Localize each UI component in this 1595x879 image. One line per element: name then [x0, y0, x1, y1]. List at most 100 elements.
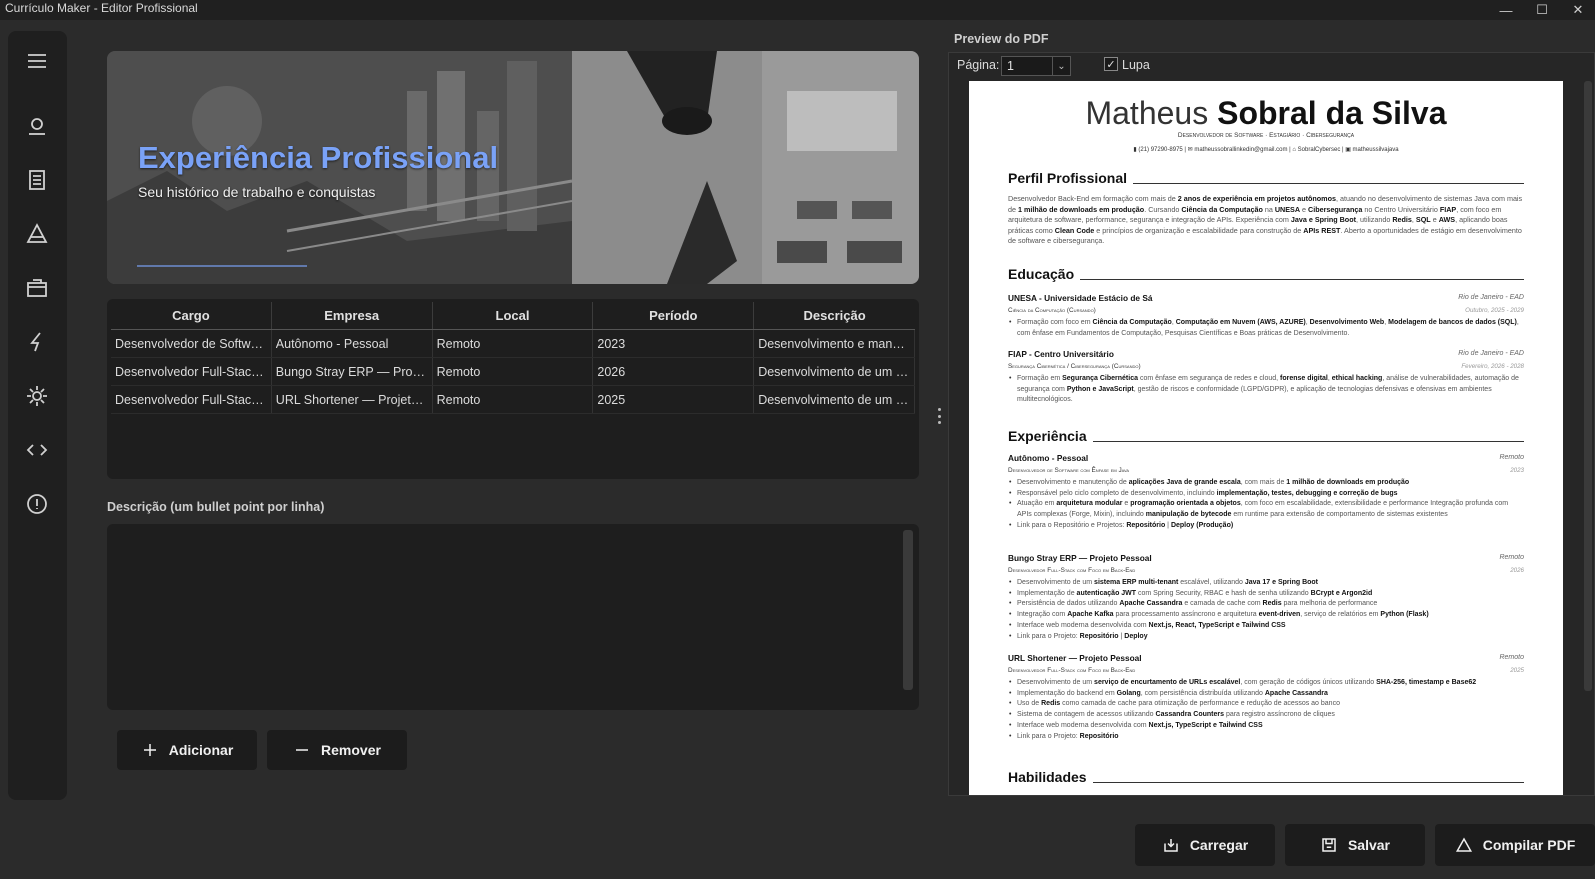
- remove-button[interactable]: Remover: [267, 730, 407, 770]
- experience-heading: Experiência: [1008, 429, 1524, 443]
- table-cell[interactable]: Autônomo - Pessoal: [272, 330, 433, 357]
- compile-pdf-button-label: Compilar PDF: [1482, 837, 1576, 853]
- experience-bullets: Desenvolvimento de um sistema ERP multi-…: [1008, 578, 1524, 642]
- table-cell[interactable]: 2023: [593, 330, 755, 357]
- experience-bullets: Desenvolvimento e manutenção de aplicaçõ…: [1008, 478, 1524, 532]
- education-location: Rio de Janeiro - EAD: [1458, 350, 1524, 357]
- education-course: Segurança Cibernética / Cibersegurança (…: [1008, 363, 1141, 370]
- info-icon[interactable]: [22, 489, 52, 519]
- experience-location: Remoto: [1499, 554, 1524, 561]
- profile-text: Desenvolvedor Back-End em formação com m…: [1008, 194, 1523, 246]
- table-header: Cargo Empresa Local Período Descrição: [111, 302, 915, 330]
- save-button[interactable]: Salvar: [1285, 824, 1425, 866]
- column-header-descricao[interactable]: Descrição: [754, 302, 915, 329]
- table-row[interactable]: Desenvolvedor Full-Stack c... Bungo Stra…: [111, 358, 915, 386]
- column-header-cargo[interactable]: Cargo: [111, 302, 272, 329]
- table-cell[interactable]: 2025: [593, 386, 755, 413]
- experience-location: Remoto: [1499, 654, 1524, 661]
- bullet-item: Formação com foco em Ciência da Computaç…: [1008, 318, 1524, 339]
- experience-table[interactable]: Cargo Empresa Local Período Descrição De…: [107, 299, 919, 479]
- bullet-item: Atuação em arquitetura modular e program…: [1008, 499, 1524, 520]
- user-icon[interactable]: [22, 111, 52, 141]
- table-cell[interactable]: 2026: [593, 358, 755, 385]
- window-title: Currículo Maker - Editor Profissional: [5, 1, 198, 15]
- table-cell[interactable]: Desenvolvedor Full-Stack c...: [111, 386, 272, 413]
- maximize-button[interactable]: ☐: [1522, 0, 1562, 20]
- education-bullets: Formação em Segurança Cibernética com ên…: [1008, 374, 1524, 406]
- bullet-item: Implementação do backend em Golang, com …: [1008, 689, 1524, 700]
- page-select[interactable]: 1 ⌄: [1001, 56, 1071, 76]
- table-cell[interactable]: Remoto: [433, 358, 594, 385]
- bullet-item: Uso de Redis como camada de cache para o…: [1008, 699, 1524, 710]
- table-cell[interactable]: Remoto: [433, 330, 594, 357]
- chevron-down-icon[interactable]: ⌄: [1052, 57, 1070, 75]
- description-label: Descrição (um bullet point por linha): [107, 500, 325, 514]
- experience-org: Autônomo - Pessoal: [1008, 453, 1089, 463]
- experience-bullets: Desenvolvimento de um serviço de encurta…: [1008, 678, 1524, 742]
- education-date: Outubro, 2025 - 2029: [1465, 307, 1524, 314]
- bullet-item: Link para o Projeto: Repositório: [1008, 732, 1524, 743]
- bullet-item: Sistema de contagem de acessos utilizand…: [1008, 710, 1524, 721]
- menu-icon[interactable]: [22, 46, 52, 76]
- education-location: Rio de Janeiro - EAD: [1458, 294, 1524, 301]
- bullet-item: Responsável pelo ciclo completo de desen…: [1008, 489, 1524, 500]
- floppy-disk-icon: [1322, 838, 1336, 852]
- bullet-item: Desenvolvimento de um sistema ERP multi-…: [1008, 578, 1524, 589]
- document-icon[interactable]: [22, 165, 52, 195]
- title-bar: Currículo Maker - Editor Profissional — …: [0, 0, 1595, 20]
- bullet-item: Link para o Projeto: Repositório | Deplo…: [1008, 632, 1524, 643]
- compile-pdf-button[interactable]: Compilar PDF: [1435, 824, 1595, 866]
- education-bullets: Formação com foco em Ciência da Computaç…: [1008, 318, 1524, 339]
- skills-heading: Habilidades: [1008, 770, 1524, 784]
- page-label: Página:: [957, 58, 1000, 72]
- remove-button-label: Remover: [321, 742, 381, 758]
- gear-icon[interactable]: [22, 381, 52, 411]
- triangle-icon[interactable]: [22, 219, 52, 249]
- bullet-item: Interface web moderna desenvolvida com N…: [1008, 721, 1524, 732]
- table-cell[interactable]: Desenvolvedor de Software...: [111, 330, 272, 357]
- resume-headline: Desenvolvedor de Software · Estagiário ·…: [1177, 132, 1355, 139]
- sidebar: [8, 31, 67, 800]
- column-header-local[interactable]: Local: [433, 302, 594, 329]
- bullet-item: Desenvolvimento de um serviço de encurta…: [1008, 678, 1524, 689]
- panel-splitter[interactable]: [938, 408, 942, 424]
- table-cell[interactable]: Remoto: [433, 386, 594, 413]
- experience-date: 2025: [1510, 667, 1524, 674]
- experience-role: Desenvolvedor Full-Stack com Foco em Bac…: [1008, 667, 1136, 674]
- briefcase-icon[interactable]: [22, 273, 52, 303]
- bullet-item: Integração com Apache Kafka para process…: [1008, 610, 1524, 621]
- table-cell[interactable]: Desenvolvimento de um \t...: [754, 386, 915, 413]
- save-button-label: Salvar: [1347, 837, 1391, 853]
- column-header-periodo[interactable]: Período: [593, 302, 755, 329]
- education-org: UNESA - Universidade Estácio de Sá: [1008, 293, 1153, 303]
- table-cell[interactable]: Desenvolvimento e manut...: [754, 330, 915, 357]
- table-cell[interactable]: Desenvolvimento de um \t...: [754, 358, 915, 385]
- load-button[interactable]: Carregar: [1135, 824, 1275, 866]
- resume-contacts: ▮ (21) 97290-8975 | ✉ matheussobrallinke…: [1133, 147, 1399, 153]
- table-cell[interactable]: Desenvolvedor Full-Stack c...: [111, 358, 272, 385]
- table-cell[interactable]: URL Shortener — Projeto P...: [272, 386, 433, 413]
- description-input[interactable]: [113, 530, 893, 702]
- add-button[interactable]: Adicionar: [117, 730, 257, 770]
- experience-org: URL Shortener — Projeto Pessoal: [1008, 653, 1142, 663]
- education-course: Ciência da Computação (Cursando): [1008, 307, 1096, 314]
- table-cell[interactable]: Bungo Stray ERP — Projeto...: [272, 358, 433, 385]
- table-row[interactable]: Desenvolvedor de Software... Autônomo - …: [111, 330, 915, 358]
- experience-date: 2023: [1510, 467, 1524, 474]
- minimize-button[interactable]: —: [1486, 0, 1526, 20]
- preview-scrollbar[interactable]: [1584, 81, 1592, 691]
- zoom-checkbox[interactable]: ✓: [1104, 57, 1118, 71]
- bolt-icon[interactable]: [22, 327, 52, 357]
- education-date: Fevereiro, 2026 - 2028: [1461, 363, 1524, 370]
- close-button[interactable]: ✕: [1558, 0, 1595, 20]
- inbox-download-icon: [1164, 839, 1178, 852]
- code-icon[interactable]: [22, 435, 52, 465]
- section-banner: Experiência Profissional Seu histórico d…: [107, 51, 919, 284]
- table-row[interactable]: Desenvolvedor Full-Stack c... URL Shorte…: [111, 386, 915, 414]
- bullet-item: Desenvolvimento e manutenção de aplicaçõ…: [1008, 478, 1524, 489]
- description-scrollbar[interactable]: [903, 530, 913, 690]
- page-select-value: 1: [1007, 59, 1014, 73]
- bullet-item: Interface web moderna desenvolvida com N…: [1008, 621, 1524, 632]
- column-header-empresa[interactable]: Empresa: [272, 302, 433, 329]
- experience-role: Desenvolvedor Full-Stack com Foco em Bac…: [1008, 567, 1136, 574]
